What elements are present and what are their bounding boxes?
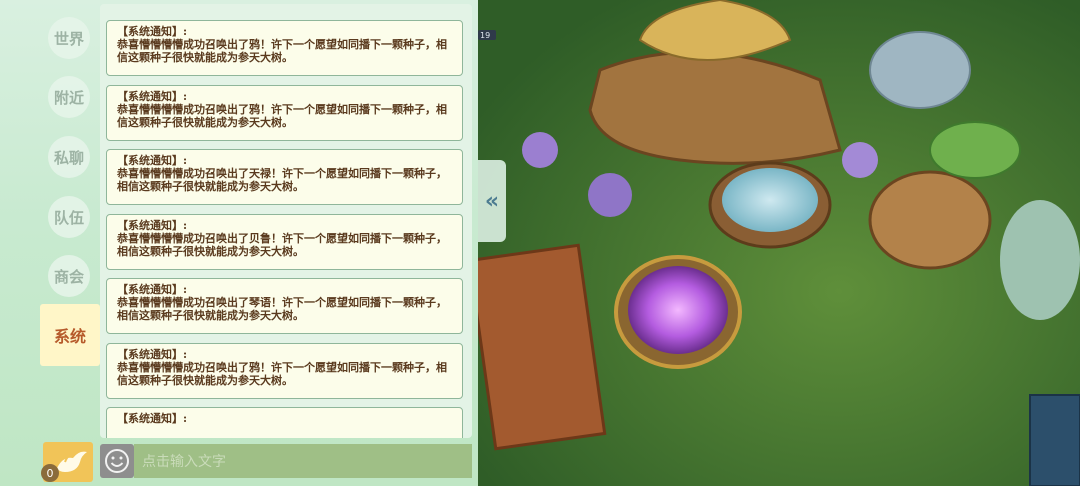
message-header: 【系统通知】: [117, 154, 188, 167]
message-header: 【系统通知】: [117, 219, 188, 232]
chat-input-bar: 0 点击输入文字 [0, 440, 478, 486]
chat-input[interactable]: 点击输入文字 [134, 444, 472, 478]
message-body: 恭喜懵懵懵懵成功召唤出了贝鲁！许下一个愿望如同播下一颗种子，相信这颗种子很快就能… [117, 232, 447, 258]
list-item: 【系统通知】: 恭喜懵懵懵懵成功召唤出了琴语！许下一个愿望如同播下一颗种子，相信… [106, 278, 463, 334]
tab-team[interactable]: 队伍 [48, 196, 90, 238]
tab-world[interactable]: 世界 [48, 17, 90, 59]
message-body: 恭喜懵懵懵懵成功召唤出了天禄！许下一个愿望如同播下一颗种子，相信这颗种子很快就能… [117, 167, 447, 193]
message-body: 恭喜懵懵懵懵成功召唤出了琴语！许下一个愿望如同播下一颗种子，相信这颗种子很快就能… [117, 296, 447, 322]
tab-nearby[interactable]: 附近 [48, 76, 90, 118]
message-header: 【系统通知】: [117, 283, 188, 296]
message-body: 恭喜懵懵懵懵成功召唤出了鸦！许下一个愿望如同播下一颗种子，相信这颗种子很快就能成… [117, 38, 447, 64]
message-header: 【系统通知】: [117, 348, 188, 361]
tab-private[interactable]: 私聊 [48, 136, 90, 178]
message-body: 恭喜懵懵懵懵成功召唤出了鸦！许下一个愿望如同播下一颗种子，相信这颗种子很快就能成… [117, 103, 447, 129]
message-header: 【系统通知】: [117, 25, 188, 38]
list-item: 【系统通知】: 恭喜懵懵懵懵成功召唤出了鸦！许下一个愿望如同播下一颗种子，相信这… [106, 20, 463, 76]
dove-count-badge: 0 [41, 464, 59, 482]
smiley-icon [105, 449, 129, 473]
list-item: 【系统通知】: 恭喜懵懵懵懵成功召唤出了贝鲁！许下一个愿望如同播下一颗种子，相信… [106, 214, 463, 270]
list-item: 【系统通知】: [106, 407, 463, 438]
message-header: 【系统通知】: [117, 412, 188, 425]
chat-panel: 世界 附近 私聊 队伍 商会 系统 【系统通知】: 恭喜懵懵懵懵成功召唤出了鸦！… [0, 0, 478, 486]
collapse-panel-button[interactable]: « [478, 160, 506, 242]
list-item: 【系统通知】: 恭喜懵懵懵懵成功召唤出了鸦！许下一个愿望如同播下一颗种子，相信这… [106, 343, 463, 399]
tab-guild[interactable]: 商会 [48, 255, 90, 297]
double-chevron-left-icon: « [484, 188, 500, 214]
channel-tabs: 世界 附近 私聊 队伍 商会 系统 [0, 0, 100, 440]
list-item: 【系统通知】: 恭喜懵懵懵懵成功召唤出了天禄！许下一个愿望如同播下一颗种子，相信… [106, 149, 463, 205]
message-list[interactable]: 【系统通知】: 恭喜懵懵懵懵成功召唤出了鸦！许下一个愿望如同播下一颗种子，相信这… [100, 4, 472, 438]
tab-system[interactable]: 系统 [40, 304, 100, 366]
scene-badge: 19 [480, 31, 490, 40]
emoji-button[interactable] [100, 444, 134, 478]
message-header: 【系统通知】: [117, 90, 188, 103]
dove-button[interactable]: 0 [41, 442, 93, 482]
message-body: 恭喜懵懵懵懵成功召唤出了鸦！许下一个愿望如同播下一颗种子，相信这颗种子很快就能成… [117, 361, 447, 387]
list-item: 【系统通知】: 恭喜懵懵懵懵成功召唤出了鸦！许下一个愿望如同播下一颗种子，相信这… [106, 85, 463, 141]
